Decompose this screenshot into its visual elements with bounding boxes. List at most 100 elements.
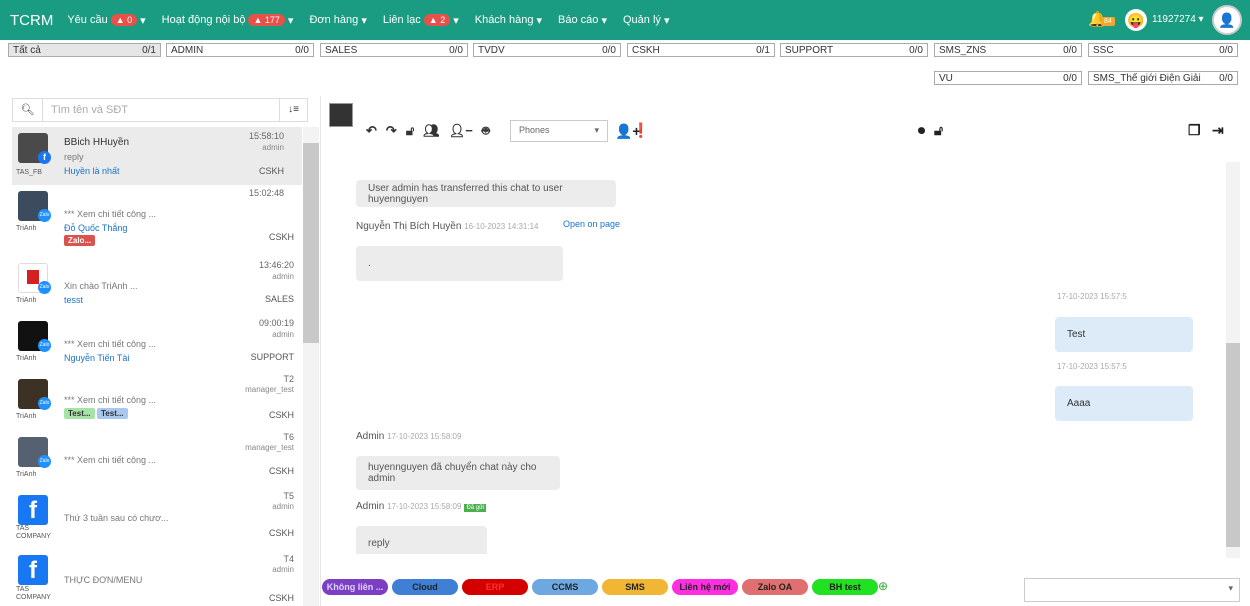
zalo-icon: Zalo [38,455,51,468]
message-bubble: Aaaa [1055,386,1193,421]
contact-item[interactable]: f TAS COMPANY Thứ 3 tuần sau có chươ... … [12,489,302,549]
top-navbar: TCRM Yêu cầu ▲ 0 ▾ Hoạt động nội bộ ▲ 177 ▾ … [0,0,1250,40]
queue-count: 0/0 [295,44,309,56]
search-icon[interactable]: 🔍︎ [13,99,43,121]
message-scrollbar-thumb[interactable] [1226,343,1240,547]
add-tag-icon[interactable]: ⊕ [878,579,888,593]
contact-time: 15:58:10 [248,131,284,141]
contact-agent: Huyền là nhất [64,166,120,176]
contact-group: CSKH [268,410,294,420]
menu-khach-hang[interactable]: Khách hàng ▾ [475,14,542,27]
open-on-page-link[interactable]: Open on page [563,219,620,229]
brand-logo[interactable]: TCRM [10,12,53,29]
queue-label: SMS_Thế giới Điện Giải [1093,72,1201,84]
menu-lien-lac[interactable]: Liên lạc ▲ 2 ▾ [383,14,459,27]
quick-tag[interactable]: Không liên ... [322,579,388,595]
user-id-dropdown[interactable]: 11927274 ▾ [1152,14,1204,25]
queue-label: SSC [1093,44,1114,56]
queue-tab-sms-tgdg[interactable]: SMS_Thế giới Điện Giải 0/0 [1088,71,1238,85]
message-time: 17-10-2023 15:57:5 [1057,292,1127,301]
contact-preview: *** Xem chi tiết công ... [64,455,157,465]
menu-bao-cao[interactable]: Báo cáo ▾ [558,14,607,27]
badge-value: 0 [127,15,133,25]
queue-tab-cskh[interactable]: CSKH 0/1 [627,43,775,57]
queue-tab-all[interactable]: Tất cả 0/1 [8,43,161,57]
user-avatar[interactable]: 👤 [1212,5,1242,35]
unlock-chat-icon[interactable]: 🔓︎ [934,122,943,139]
quick-tag[interactable]: BH test [812,579,878,595]
queue-count: 0/0 [1063,72,1077,84]
main-menu: Yêu cầu ▲ 0 ▾ Hoạt động nội bộ ▲ 177 ▾ Đơn h… [67,14,685,27]
contact-group: SALES [264,294,294,304]
unlock-icon[interactable]: 🔓︎ [406,123,414,141]
menu-label: Đơn hàng [309,14,359,26]
menu-don-hang[interactable]: Đơn hàng ▾ [309,14,366,27]
message-bubble: reply [356,526,487,554]
record-icon[interactable]: ⏺ [918,122,925,139]
remove-user-icon[interactable]: 👤︎− [449,123,473,141]
contact-preview: Xin chào TriAnh ... [64,281,138,291]
contact-time: T2 [283,374,294,384]
emoji-status-icon[interactable]: 😛 [1125,9,1147,31]
quick-tag[interactable]: Zalo OA [742,579,808,595]
contact-tag[interactable]: Zalo... [64,235,96,246]
phones-select[interactable]: Phones ▾ [510,120,608,142]
menu-hoat-dong[interactable]: Hoạt động nội bộ ▲ 177 ▾ [162,14,293,27]
contact-source: TAS_FB [16,169,42,176]
contact-preview: Thứ 3 tuần sau có chươ... [64,513,169,523]
info-icon[interactable]: ❗ [632,122,649,139]
contact-tag[interactable]: Test... [64,408,95,419]
scrollbar-thumb[interactable] [303,143,319,343]
contact-staff: admin [262,143,284,152]
menu-quan-ly[interactable]: Quản lý ▾ [623,14,670,27]
contact-item[interactable]: Zalo TriAnh Xin chào TriAnh ... tesst 13… [12,257,302,315]
contact-source: TriAnh [16,471,37,478]
queue-label: ADMIN [171,44,204,56]
contact-staff: admin [272,272,294,281]
quick-tag[interactable]: ERP [462,579,528,595]
chat-toolbar: ↶ ↷ 🔓︎ 👥︎ 👤︎− 🤖︎ [366,123,490,141]
contact-tag[interactable]: Test... [97,408,128,419]
contact-item[interactable]: Zalo TriAnh *** Xem chi tiết công ... T6… [12,431,302,489]
contact-agent: Nguyễn Tiến Tài [64,353,130,363]
quick-tag[interactable]: Cloud [392,579,458,595]
quick-tag[interactable]: SMS [602,579,668,595]
contact-list: f TAS_FB BBich HHuyền reply Huyền là nhấ… [12,127,302,606]
contact-time: 13:46:20 [258,260,294,270]
contact-search-box: 🔍︎ Tìm tên và SĐT ↓≡ [12,98,308,122]
sort-icon[interactable]: ↓≡ [279,99,307,121]
forward-icon[interactable]: ↷ [386,123,397,141]
contact-item[interactable]: f TAS COMPANY THỰC ĐƠN/MENU T4 admin CSK… [12,549,302,606]
search-input[interactable]: Tìm tên và SĐT [43,104,279,116]
menu-yeu-cau[interactable]: Yêu cầu ▲ 0 ▾ [67,14,146,27]
queue-tab-sales[interactable]: SALES 0/0 [320,43,468,57]
queue-count: 0/0 [449,44,463,56]
contact-item[interactable]: Zalo TriAnh *** Xem chi tiết công ... Ng… [12,315,302,373]
queue-count: 0/0 [909,44,923,56]
reply-icon[interactable]: ↶ [366,123,377,141]
users-icon[interactable]: 👥︎ [423,123,440,141]
queue-tab-ssc[interactable]: SSC 0/0 [1088,43,1238,57]
queue-tab-vu[interactable]: VU 0/0 [934,71,1082,85]
exit-icon[interactable]: ⇥ [1212,122,1224,139]
quick-tag[interactable]: Liên hệ mới [672,579,738,595]
copy-icon[interactable]: ❐ [1188,122,1201,139]
contact-staff: admin [272,502,294,511]
notification-badge: 84 [1101,17,1115,26]
contact-item[interactable]: Zalo TriAnh *** Xem chi tiết công ... Đỗ… [12,185,302,257]
user-id: 11927274 [1152,14,1196,25]
contact-source: TriAnh [16,413,37,420]
quick-tag[interactable]: CCMS [532,579,598,595]
queue-tab-sms-zns[interactable]: SMS_ZNS 0/0 [934,43,1082,57]
bot-icon[interactable]: 🤖︎ [482,123,490,141]
contact-item[interactable]: Zalo TriAnh *** Xem chi tiết công ... Te… [12,373,302,431]
contact-preview: *** Xem chi tiết công ... [64,339,157,349]
contact-item[interactable]: f TAS_FB BBich HHuyền reply Huyền là nhấ… [12,127,302,185]
queue-tab-admin[interactable]: ADMIN 0/0 [166,43,314,57]
template-select[interactable]: ▾ [1024,578,1240,602]
contact-source: TriAnh [16,225,37,232]
queue-label: CSKH [632,44,660,56]
queue-tab-support[interactable]: SUPPORT 0/0 [780,43,928,57]
message-meta: Admin 17-10-2023 15:58:09 [356,431,461,442]
queue-tab-tvdv[interactable]: TVDV 0/0 [473,43,621,57]
